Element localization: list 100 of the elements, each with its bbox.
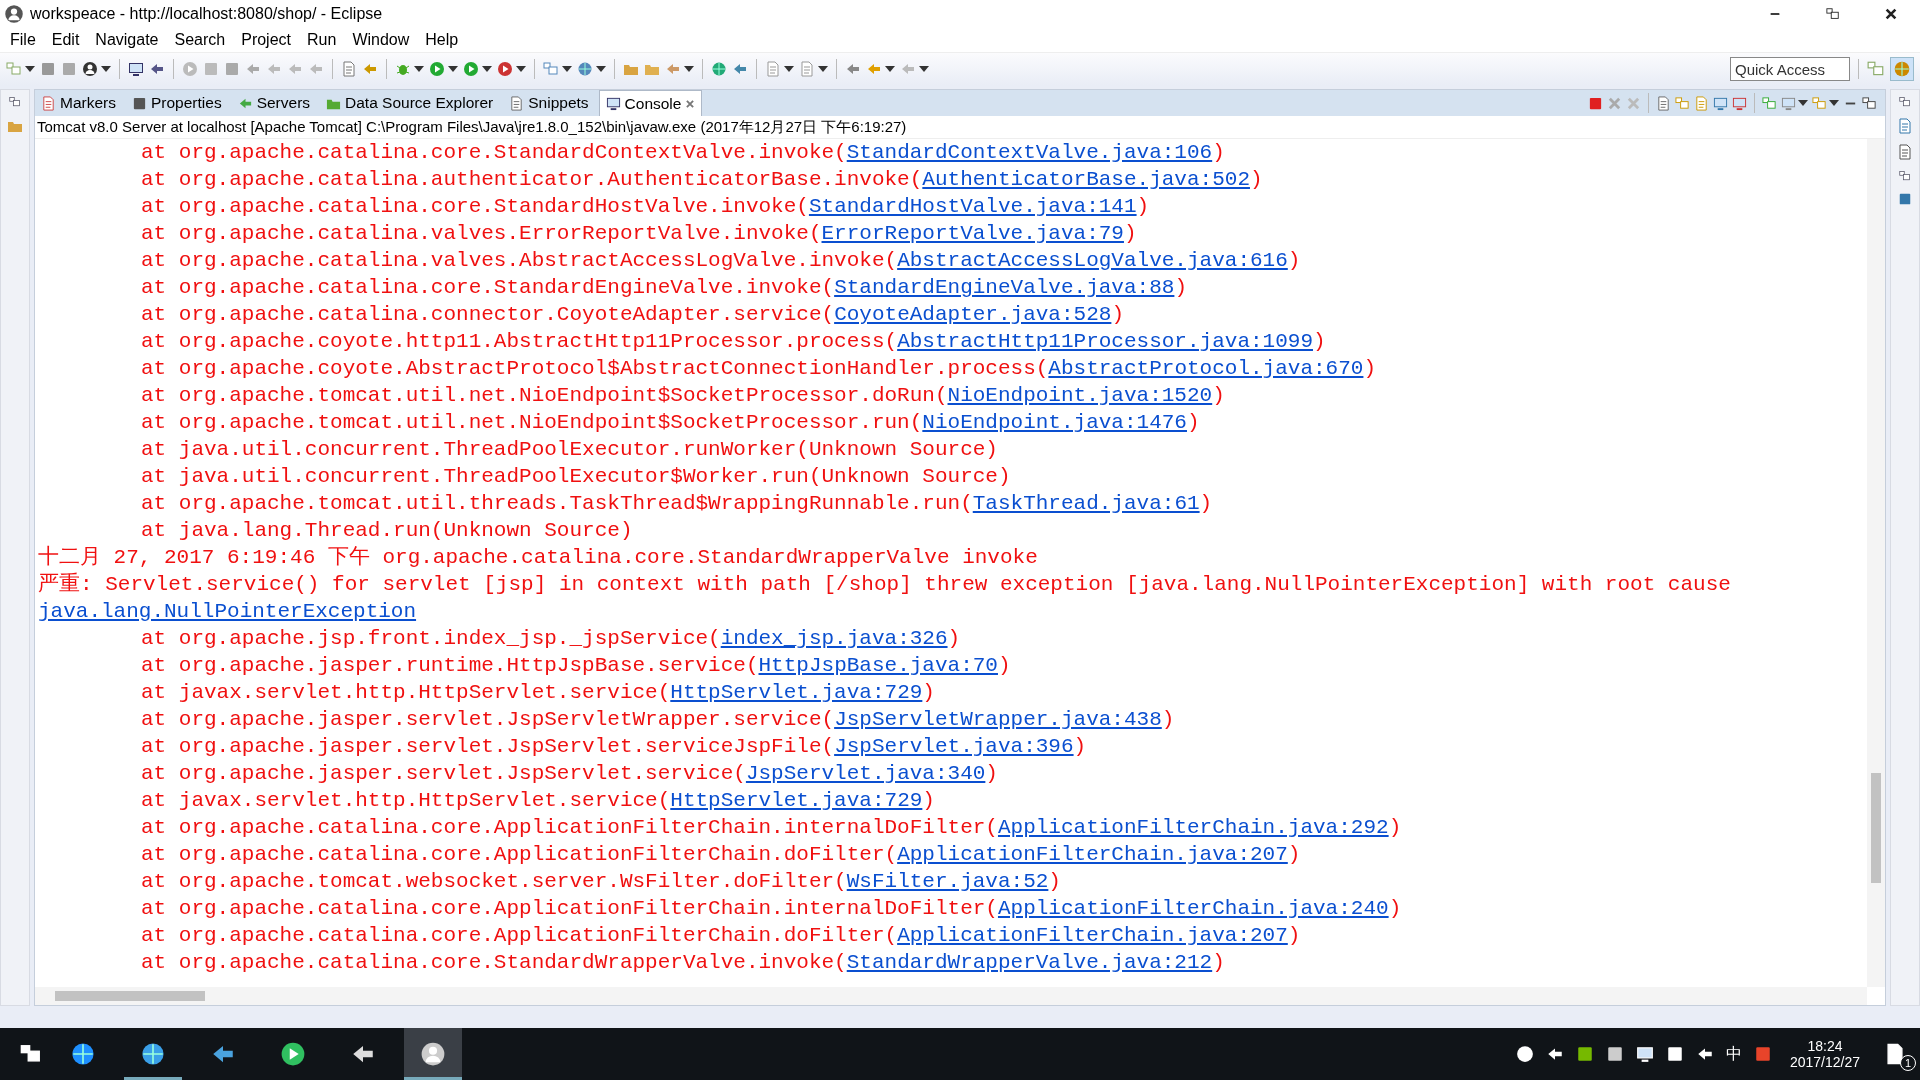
quick-access-field[interactable]: Quick Access — [1730, 57, 1850, 81]
dropdown-caret[interactable] — [101, 66, 111, 72]
show-output-icon[interactable] — [1713, 95, 1728, 111]
source-link[interactable]: AbstractHttp11Processor.java:1099 — [897, 330, 1313, 353]
stack-frame: at org.apache.jasper.servlet.JspServletWrapper.service(JspServletWrapper.java:438) — [141, 708, 1175, 731]
horizontal-scrollbar[interactable] — [35, 987, 1867, 1005]
source-link[interactable]: ApplicationFilterChain.java:292 — [997, 816, 1389, 839]
monitor-icon[interactable] — [128, 61, 144, 77]
close-icon — [1884, 7, 1898, 21]
source-link[interactable]: NioEndpoint.java:1520 — [947, 384, 1213, 407]
tab[interactable]: Servers — [231, 90, 317, 116]
restore-icon[interactable] — [1899, 170, 1911, 182]
source-link[interactable]: WsFilter.java:52 — [846, 870, 1049, 893]
dropdown-caret[interactable] — [885, 66, 895, 72]
tab[interactable]: Markers — [35, 90, 122, 116]
clock[interactable]: 18:24 2017/12/27 — [1783, 1038, 1866, 1070]
source-link[interactable]: ApplicationFilterChain.java:240 — [997, 897, 1389, 920]
menu-item[interactable]: Window — [344, 29, 418, 51]
tab[interactable]: Console — [598, 90, 703, 116]
stack-frame: at org.apache.catalina.authenticator.AuthenticatorBase.invoke(AuthenticatorBase.java:502) — [141, 168, 1263, 191]
stack-frame: at org.apache.catalina.core.StandardEngineValve.invoke(StandardEngineValve.java:88) — [141, 276, 1187, 299]
vertical-scrollbar[interactable] — [1867, 139, 1885, 987]
source-link[interactable]: ApplicationFilterChain.java:207 — [897, 843, 1288, 866]
dropdown-caret[interactable] — [818, 66, 828, 72]
task-list-icon[interactable] — [1897, 144, 1913, 160]
source-link[interactable]: CoyoteAdapter.java:528 — [834, 303, 1112, 326]
tab[interactable]: Data Source Explorer — [320, 90, 500, 116]
menu-item[interactable]: Edit — [43, 29, 88, 51]
dropdown-caret[interactable] — [1829, 100, 1839, 106]
menu-item[interactable]: Navigate — [87, 29, 167, 51]
source-link[interactable]: AbstractAccessLogValve.java:616 — [897, 249, 1288, 272]
input-method-indicator[interactable]: 中 — [1725, 1043, 1742, 1065]
source-link[interactable]: StandardWrapperValve.java:212 — [846, 951, 1213, 974]
scroll-thumb[interactable] — [55, 991, 205, 1001]
source-link[interactable]: StandardEngineValve.java:88 — [834, 276, 1175, 299]
stack-frame: at org.apache.jasper.runtime.HttpJspBase.service(HttpJspBase.java:70) — [141, 654, 1011, 677]
log-message: 十二月 27, 2017 6:19:46 下午 org.apache.catalina.core.StandardWrapperValve invoke — [38, 546, 1038, 569]
menu-item[interactable]: Help — [417, 29, 467, 51]
menu-item[interactable]: Run — [299, 29, 345, 51]
dropdown-caret[interactable] — [596, 66, 606, 72]
exception-link[interactable]: java.lang.NullPointerException — [38, 600, 417, 623]
list-icon[interactable] — [341, 61, 357, 77]
dropdown-caret[interactable] — [562, 66, 572, 72]
source-link[interactable]: AuthenticatorBase.java:502 — [922, 168, 1250, 191]
globe-icon[interactable] — [711, 61, 727, 77]
source-link[interactable]: ErrorReportValve.java:79 — [821, 222, 1124, 245]
stack-frame: at org.apache.catalina.core.StandardWrapperValve.invoke(StandardWrapperValve.java:212) — [141, 951, 1225, 974]
source-link[interactable]: JspServletWrapper.java:438 — [834, 708, 1162, 731]
network-icon[interactable] — [1635, 1045, 1654, 1063]
show-error-icon[interactable] — [1732, 95, 1747, 111]
stack-frame: at org.apache.catalina.valves.ErrorReportValve.invoke(ErrorReportValve.java:79) — [141, 222, 1137, 245]
source-link[interactable]: HttpServlet.java:729 — [670, 681, 923, 704]
stack-frame: at javax.servlet.http.HttpServlet.service(HttpServlet.java:729) — [141, 789, 935, 812]
dropdown-caret[interactable] — [516, 66, 526, 72]
clock-time: 18:24 — [1807, 1038, 1843, 1054]
source-link[interactable]: JspServlet.java:396 — [834, 735, 1074, 758]
dropdown-caret[interactable] — [414, 66, 424, 72]
stack-frame: at org.apache.catalina.core.ApplicationFilterChain.doFilter(ApplicationFilterChain.java:207) — [141, 924, 1301, 947]
source-link[interactable]: StandardContextValve.java:106 — [846, 141, 1213, 164]
restore-icon[interactable] — [1899, 96, 1911, 108]
dropdown-caret[interactable] — [482, 66, 492, 72]
tab[interactable]: Properties — [126, 90, 228, 116]
dropdown-caret[interactable] — [25, 66, 35, 72]
perspective-button[interactable] — [1890, 57, 1914, 81]
dropdown-caret[interactable] — [684, 66, 694, 72]
console-header: Tomcat v8.0 Server at localhost [Apache Tomcat] C:\Program Files\Java\jre1.8.0_152\bin\javaw.exe (2017年12月27日 下午6:19:27) — [35, 116, 1885, 139]
source-link[interactable]: JspServlet.java:340 — [745, 762, 986, 785]
restore-icon[interactable] — [9, 96, 21, 108]
terminate-icon[interactable] — [1588, 95, 1603, 111]
close-icon[interactable] — [685, 98, 696, 109]
taskbar-app[interactable] — [404, 1028, 462, 1080]
snippets-icon — [509, 95, 525, 111]
dropdown-caret[interactable] — [919, 66, 929, 72]
stop-icon[interactable] — [224, 61, 240, 77]
outline-icon[interactable] — [1897, 118, 1913, 134]
dropdown-caret[interactable] — [784, 66, 794, 72]
scroll-thumb[interactable] — [1871, 773, 1881, 883]
user-icon[interactable] — [82, 61, 98, 77]
stack-frame: at org.apache.catalina.core.ApplicationFilterChain.internalDoFilter(ApplicationFilterChain.java:240) — [141, 897, 1402, 920]
source-link[interactable]: index_jsp.java:326 — [720, 627, 948, 650]
stack-frame: at org.apache.catalina.core.StandardContextValve.invoke(StandardContextValve.java:106) — [141, 141, 1225, 164]
source-link[interactable]: TaskThread.java:61 — [972, 492, 1200, 515]
tab[interactable]: Snippets — [503, 90, 595, 116]
window-title: workspeace - http://localhost:8080/shop/ - Eclipse — [30, 5, 383, 23]
source-link[interactable]: HttpServlet.java:729 — [670, 789, 923, 812]
source-link[interactable]: ApplicationFilterChain.java:207 — [897, 924, 1288, 947]
restore-icon — [1826, 7, 1840, 21]
menu-item[interactable]: Project — [233, 29, 299, 51]
back-icon[interactable] — [845, 61, 861, 77]
menu-item[interactable]: Search — [166, 29, 234, 51]
console-icon — [605, 96, 621, 111]
clear-console-icon[interactable] — [1656, 95, 1671, 111]
source-link[interactable]: HttpJspBase.java:70 — [758, 654, 998, 677]
panel-icon[interactable] — [1898, 192, 1912, 206]
dropdown-caret[interactable] — [448, 66, 458, 72]
source-link[interactable]: StandardHostValve.java:141 — [808, 195, 1137, 218]
menu-item[interactable]: File — [2, 29, 44, 51]
source-link[interactable]: NioEndpoint.java:1476 — [922, 411, 1187, 434]
maximize-icon[interactable] — [1862, 95, 1877, 111]
source-link[interactable]: AbstractProtocol.java:670 — [1048, 357, 1364, 380]
